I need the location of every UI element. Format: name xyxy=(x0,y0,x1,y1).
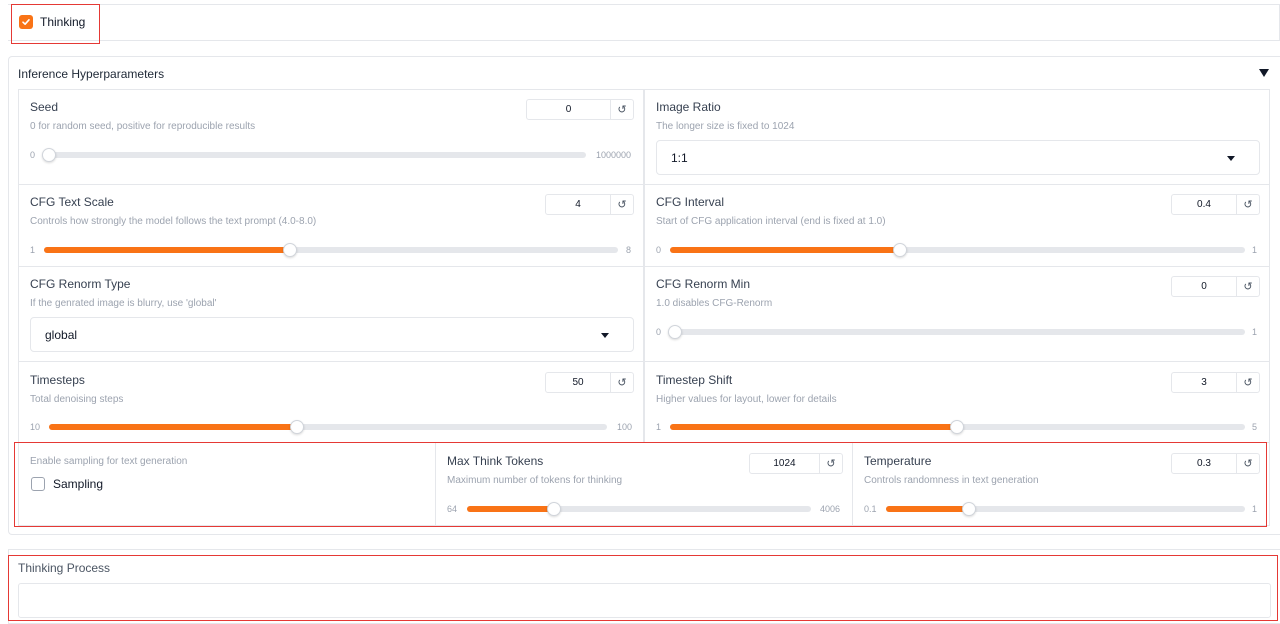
seed-info: 0 for random seed, positive for reproduc… xyxy=(30,121,256,132)
reset-icon[interactable]: ↺ xyxy=(610,373,633,392)
image-ratio-block: Image Ratio The longer size is fixed to … xyxy=(644,89,1270,185)
cfg-text-scale-slider[interactable] xyxy=(44,243,618,257)
cfg-renorm-type-block: CFG Renorm Type If the genrated image is… xyxy=(18,266,644,362)
reset-icon[interactable]: ↺ xyxy=(1236,195,1259,214)
cfg-renorm-min-block: CFG Renorm Min 1.0 disables CFG-Renorm 0… xyxy=(644,266,1270,362)
timesteps-slider[interactable] xyxy=(49,420,607,434)
reset-icon[interactable]: ↺ xyxy=(610,100,633,119)
cfg-renorm-min-slider[interactable] xyxy=(668,325,1245,339)
cfg-text-scale-max: 8 xyxy=(626,245,632,255)
cfg-text-scale-slider-fill xyxy=(44,247,290,253)
cfg-interval-slider[interactable] xyxy=(670,243,1245,257)
cfg-text-scale-label: CFG Text Scale xyxy=(30,195,114,209)
seed-max: 1000000 xyxy=(596,150,632,160)
seed-slider[interactable] xyxy=(42,148,586,162)
cfg-renorm-min-slider-thumb[interactable] xyxy=(668,325,682,339)
reset-icon[interactable]: ↺ xyxy=(1236,277,1259,296)
seed-number[interactable]: 0 ↺ xyxy=(526,99,634,120)
cfg-text-scale-value[interactable]: 4 xyxy=(546,195,610,214)
cfg-text-scale-info: Controls how strongly the model follows … xyxy=(30,216,317,227)
cfg-interval-block: CFG Interval Start of CFG application in… xyxy=(644,184,1270,267)
timestep-shift-value[interactable]: 3 xyxy=(1172,373,1236,392)
timestep-shift-slider-fill xyxy=(670,424,957,430)
timestep-shift-info: Higher values for layout, lower for deta… xyxy=(656,394,837,405)
cfg-interval-min: 0 xyxy=(656,245,662,255)
seed-label: Seed xyxy=(30,100,59,114)
chevron-down-icon xyxy=(1227,155,1235,161)
cfg-renorm-type-info: If the genrated image is blurry, use 'gl… xyxy=(30,298,217,309)
reset-icon[interactable]: ↺ xyxy=(1236,373,1259,392)
cfg-renorm-type-selected: global xyxy=(45,327,78,342)
timesteps-max: 100 xyxy=(617,422,633,432)
chevron-down-icon xyxy=(601,332,609,338)
timesteps-slider-thumb[interactable] xyxy=(290,420,304,434)
seed-min: 0 xyxy=(30,150,36,160)
cfg-renorm-min-min: 0 xyxy=(656,327,662,337)
reset-icon[interactable]: ↺ xyxy=(610,195,633,214)
timestep-shift-number[interactable]: 3 ↺ xyxy=(1171,372,1260,393)
triangle-down-icon[interactable] xyxy=(1259,69,1269,77)
image-ratio-dropdown[interactable]: 1:1 xyxy=(656,140,1260,175)
timestep-shift-slider-thumb[interactable] xyxy=(950,420,964,434)
cfg-interval-slider-fill xyxy=(670,247,900,253)
accordion-title[interactable]: Inference Hyperparameters xyxy=(18,67,164,81)
sampling-row-highlight xyxy=(14,442,1267,527)
cfg-text-scale-number[interactable]: 4 ↺ xyxy=(545,194,634,215)
timesteps-value[interactable]: 50 xyxy=(546,373,610,392)
image-ratio-label: Image Ratio xyxy=(656,100,721,114)
cfg-text-scale-slider-thumb[interactable] xyxy=(283,243,297,257)
timestep-shift-slider[interactable] xyxy=(670,420,1245,434)
cfg-interval-slider-thumb[interactable] xyxy=(893,243,907,257)
cfg-interval-max: 1 xyxy=(1252,245,1258,255)
cfg-interval-value[interactable]: 0.4 xyxy=(1172,195,1236,214)
seed-block: Seed 0 for random seed, positive for rep… xyxy=(18,89,644,185)
cfg-text-scale-min: 1 xyxy=(30,245,36,255)
timesteps-min: 10 xyxy=(30,422,41,432)
timesteps-info: Total denoising steps xyxy=(30,394,124,405)
image-ratio-selected: 1:1 xyxy=(671,150,688,165)
timestep-shift-block: Timestep Shift Higher values for layout,… xyxy=(644,361,1270,443)
thinking-highlight xyxy=(11,4,100,44)
timestep-shift-max: 5 xyxy=(1252,422,1258,432)
timesteps-slider-fill xyxy=(49,424,297,430)
cfg-renorm-min-max: 1 xyxy=(1252,327,1258,337)
timestep-shift-label: Timestep Shift xyxy=(656,373,733,387)
cfg-interval-info: Start of CFG application interval (end i… xyxy=(656,216,886,227)
cfg-text-scale-block: CFG Text Scale Controls how strongly the… xyxy=(18,184,644,267)
timesteps-label: Timesteps xyxy=(30,373,85,387)
cfg-renorm-type-label: CFG Renorm Type xyxy=(30,277,131,291)
cfg-renorm-min-label: CFG Renorm Min xyxy=(656,277,751,291)
timestep-shift-min: 1 xyxy=(656,422,662,432)
image-ratio-info: The longer size is fixed to 1024 xyxy=(656,121,795,132)
cfg-renorm-min-info: 1.0 disables CFG-Renorm xyxy=(656,298,773,309)
cfg-renorm-min-number[interactable]: 0 ↺ xyxy=(1171,276,1260,297)
thinking-process-highlight xyxy=(8,555,1278,621)
cfg-renorm-min-value[interactable]: 0 xyxy=(1172,277,1236,296)
timesteps-block: Timesteps Total denoising steps 50 ↺ 10 … xyxy=(18,361,644,443)
cfg-interval-number[interactable]: 0.4 ↺ xyxy=(1171,194,1260,215)
seed-slider-thumb[interactable] xyxy=(42,148,56,162)
thinking-panel xyxy=(8,4,1280,41)
timesteps-number[interactable]: 50 ↺ xyxy=(545,372,634,393)
seed-value[interactable]: 0 xyxy=(527,100,610,119)
cfg-interval-label: CFG Interval xyxy=(656,195,725,209)
cfg-renorm-type-dropdown[interactable]: global xyxy=(30,317,634,352)
